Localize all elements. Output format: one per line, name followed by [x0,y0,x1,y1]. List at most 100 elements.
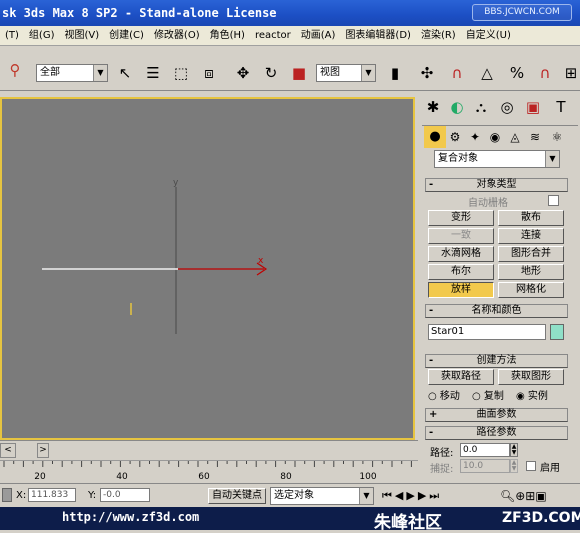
ruler-tick-label: 60 [198,472,210,482]
rollout-object-type[interactable]: - 对象类型 [425,178,568,192]
rotate-icon[interactable]: ↻ [260,62,282,84]
viewport-nav-controls[interactable]: 🔍︎⊕⊞▣ [500,487,578,505]
object-type-button[interactable]: 连接 [498,228,564,244]
snap-icon[interactable]: ∩ [446,62,468,84]
menu-item-0[interactable]: (T) [0,26,24,45]
lock-icon[interactable] [2,488,12,502]
menu-item-6[interactable]: reactor [250,26,296,45]
hierarchy-tab-icon[interactable]: ⛬ [470,96,492,118]
menu-item-2[interactable]: 视图(V) [59,26,104,45]
object-type-button[interactable]: 布尔 [428,264,494,280]
object-type-button[interactable]: 散布 [498,210,564,226]
ruler-tick-label: 80 [280,472,292,482]
object-name-field[interactable]: Star01 [428,324,546,340]
track-bar[interactable]: 20 40 60 80 100 [0,460,418,482]
scale-icon[interactable]: ■ [288,62,310,84]
cameras-icon[interactable]: ◉ [484,126,506,148]
space-warps-icon[interactable]: ≋ [524,126,546,148]
object-type-button[interactable]: 放样 [428,282,494,298]
chevron-down-icon: ▼ [361,65,375,81]
bottom-watermark: http://www.zf3d.com 朱峰社区 ZF3D.COM [0,507,580,533]
systems-icon[interactable]: ⚛ [546,126,568,148]
snap-label: 捕捉: [430,464,454,475]
named-selection-icon[interactable]: ⊞ [560,62,580,84]
rollout-path-params[interactable]: - 路径参数 [425,426,568,440]
region-select-icon[interactable]: ⬚ [170,62,192,84]
modify-tab-icon[interactable]: ◐ [446,96,468,118]
object-type-button[interactable]: 地形 [498,264,564,280]
object-type-button[interactable]: 一致 [428,228,494,244]
move-radio[interactable]: ○ 移动 [428,387,460,402]
menu-item-7[interactable]: 动画(A) [296,26,341,45]
manipulate-icon[interactable]: ✣ [416,62,438,84]
path-spinner[interactable]: ▲ ▼ [510,443,518,457]
angle-snap-icon[interactable]: △ [476,62,498,84]
y-coord-field[interactable]: -0.0 [100,488,150,502]
spinner-snap-icon[interactable]: ∩ [534,62,556,84]
y-axis-label: y [173,178,179,188]
snap-value-field[interactable]: 10.0 [460,459,510,473]
auto-key-button[interactable]: 自动关键点 [208,488,266,504]
select-by-name-icon[interactable]: ☰ [142,62,164,84]
time-next-icon[interactable]: > [37,443,49,458]
brand-text: ZF3D.COM [502,510,580,526]
selection-filter-dropdown[interactable]: 全部 ▼ [36,64,108,82]
window-title: sk 3ds Max 8 SP2 - Stand-alone License [2,6,277,20]
copy-radio[interactable]: ○ 复制 [472,387,504,402]
shapes-icon[interactable]: ⚙ [444,126,466,148]
object-type-button[interactable]: 水滴网格 [428,246,494,262]
percent-snap-icon[interactable]: % [506,62,528,84]
get-shape-button[interactable]: 获取图形 [498,369,564,385]
time-slider-thumb[interactable]: < [0,443,16,458]
command-panel: ✱ ◐ ⛬ ◎ ▣ T ● ⚙ ✦ ◉ ◬ ≋ ⚛ 复合对象 ▼ - 对象类型 自动… [418,92,580,530]
link-icon[interactable]: ⚲ [4,59,26,81]
chevron-down-icon: ▼ [359,488,373,504]
x-coord-field[interactable]: 111.833 [28,488,76,502]
move-icon[interactable]: ✥ [232,62,254,84]
menu-item-8[interactable]: 图表编辑器(D) [340,26,416,45]
reference-coord-dropdown[interactable]: 视图 ▼ [316,64,376,82]
menu-item-4[interactable]: 修改器(O) [149,26,205,45]
x-axis-label: x [258,256,264,266]
pivot-icon[interactable]: ▮ [384,62,406,84]
y-coord-label: Y: [88,490,97,501]
create-tab-icon[interactable]: ✱ [422,96,444,118]
rollout-name-color[interactable]: - 名称和颜色 [425,304,568,318]
lights-icon[interactable]: ✦ [464,126,486,148]
helpers-icon[interactable]: ◬ [504,126,526,148]
rollout-surface-params[interactable]: + 曲面参数 [425,408,568,422]
category-dropdown[interactable]: 复合对象 ▼ [434,150,560,168]
ruler-tick-label: 40 [116,472,128,482]
instance-radio[interactable]: ◉ 实例 [516,387,548,402]
object-type-button[interactable]: 变形 [428,210,494,226]
menu-item-5[interactable]: 角色(H) [205,26,250,45]
enable-checkbox[interactable] [526,461,536,471]
utilities-tab-icon[interactable]: T [550,96,572,118]
playback-controls[interactable]: ⏮◀▶▶⏭ [382,487,494,505]
chevron-down-icon: ▼ [93,65,107,81]
object-type-button[interactable]: 网格化 [498,282,564,298]
snap-spinner[interactable]: ▲ ▼ [510,459,518,473]
object-type-button[interactable]: 图形合并 [498,246,564,262]
menu-item-10[interactable]: 自定义(U) [461,26,516,45]
menu-item-3[interactable]: 创建(C) [104,26,149,45]
geometry-icon[interactable]: ● [424,126,446,148]
watermark-badge: BBS.JCWCN.COM [472,4,572,21]
autogrid-checkbox[interactable] [548,195,559,206]
selected-dropdown[interactable]: 选定对象 ▼ [270,487,374,505]
menu-item-9[interactable]: 渲染(R) [416,26,461,45]
motion-tab-icon[interactable]: ◎ [496,96,518,118]
chevron-down-icon: ▼ [545,151,559,167]
select-icon[interactable]: ↖ [114,62,136,84]
window-crossing-icon[interactable]: ⧈ [198,62,220,84]
track-bar-ruler: 20 40 60 80 100 [3,461,412,482]
viewport-perspective[interactable]: y x [0,97,415,440]
color-swatch[interactable] [550,324,564,340]
time-slider[interactable]: < > [0,440,418,460]
rollout-creation-method[interactable]: - 创建方法 [425,354,568,368]
menu-bar: (T) 组(G) 视图(V) 创建(C) 修改器(O) 角色(H) reactor 动画(A)… [0,26,580,46]
display-tab-icon[interactable]: ▣ [522,96,544,118]
path-value-field[interactable]: 0.0 [460,443,510,457]
menu-item-1[interactable]: 组(G) [24,26,60,45]
get-path-button[interactable]: 获取路径 [428,369,494,385]
